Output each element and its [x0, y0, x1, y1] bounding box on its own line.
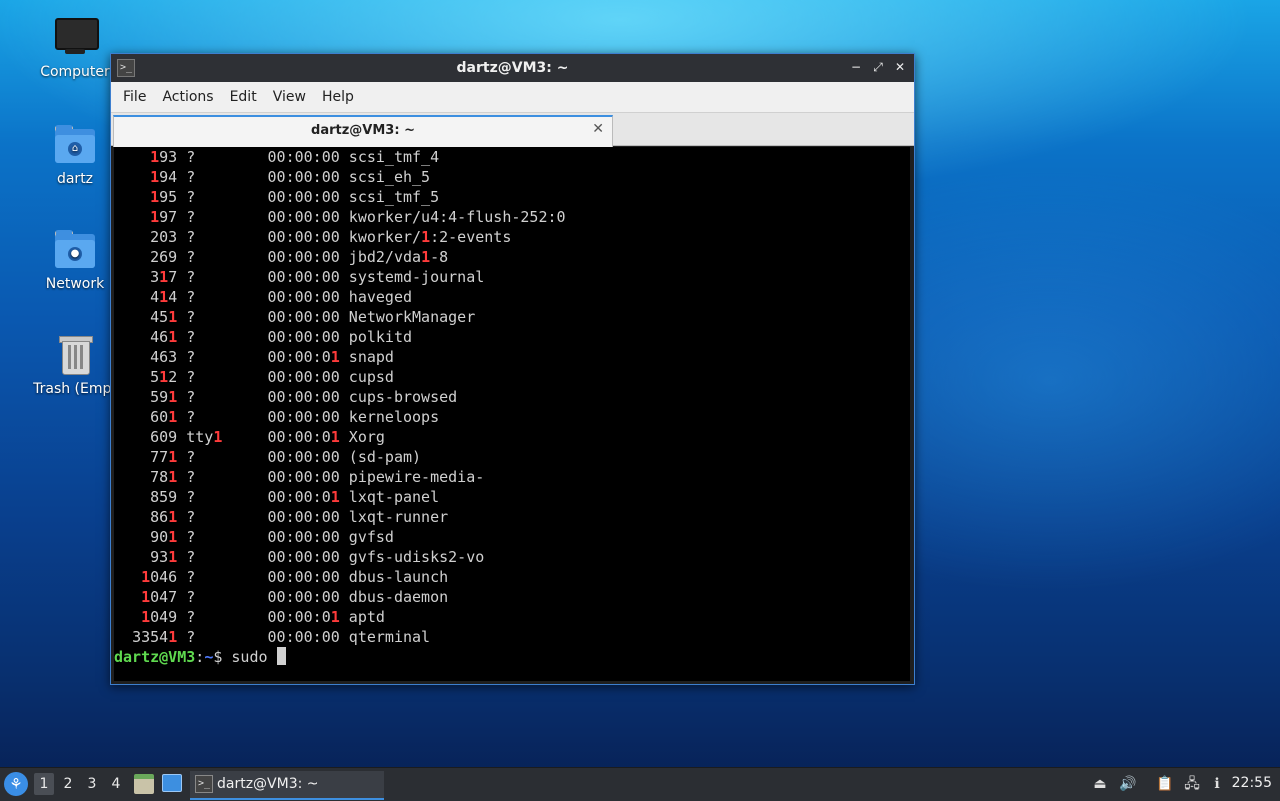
- terminal-line: 194 ? 00:00:00 scsi_eh_5: [150, 168, 431, 186]
- text-cursor: [276, 647, 286, 665]
- home-folder-icon: ⌂: [53, 123, 97, 167]
- command-input[interactable]: sudo: [231, 648, 276, 666]
- tab-label: dartz@VM3: ~: [311, 123, 415, 138]
- window-titlebar[interactable]: >_ dartz@VM3: ~ − ⤢ ✕: [111, 54, 914, 82]
- terminal-line: 771 ? 00:00:00 (sd-pam): [150, 448, 422, 466]
- terminal-line: 591 ? 00:00:00 cups-browsed: [150, 388, 458, 406]
- tab-close-icon[interactable]: ✕: [592, 121, 604, 137]
- terminal-line: 451 ? 00:00:00 NetworkManager: [150, 308, 476, 326]
- menu-view[interactable]: View: [267, 89, 312, 105]
- terminal-line: 463 ? 00:00:01 snapd: [150, 348, 394, 366]
- prompt-symbol: $: [213, 648, 232, 666]
- volume-icon[interactable]: 🔊: [1119, 775, 1137, 793]
- maximize-button[interactable]: ⤢: [870, 58, 886, 76]
- terminal-line: 414 ? 00:00:00 haveged: [150, 288, 413, 306]
- eject-icon[interactable]: ⏏: [1091, 775, 1109, 793]
- trash-icon: [53, 333, 97, 377]
- menu-bar: File Actions Edit View Help: [111, 82, 914, 113]
- terminal-line: 1047 ? 00:00:00 dbus-daemon: [141, 588, 449, 606]
- close-button[interactable]: ✕: [892, 58, 908, 76]
- terminal-line: 33541 ? 00:00:00 qterminal: [132, 628, 431, 646]
- terminal-line: 861 ? 00:00:00 lxqt-runner: [150, 508, 449, 526]
- menu-actions[interactable]: Actions: [156, 89, 219, 105]
- command-prompt[interactable]: dartz@VM3:~$ sudo: [114, 647, 910, 667]
- terminal-line: 859 ? 00:00:01 lxqt-panel: [150, 488, 440, 506]
- desktop-switcher-2[interactable]: 2: [58, 773, 78, 795]
- terminal-output[interactable]: 193 ? 00:00:00 scsi_tmf_4 194 ? 00:00:00…: [114, 147, 910, 681]
- desktop-switcher-1[interactable]: 1: [34, 773, 54, 795]
- terminal-tab[interactable]: dartz@VM3: ~ ✕: [113, 115, 613, 147]
- taskbar-task-terminal[interactable]: >_ dartz@VM3: ~: [190, 771, 384, 800]
- window-title: dartz@VM3: ~: [456, 60, 569, 76]
- terminal-line: 781 ? 00:00:00 pipewire-media-: [150, 468, 485, 486]
- terminal-icon: >_: [195, 775, 213, 793]
- update-notifier-icon[interactable]: ℹ: [1208, 775, 1226, 793]
- terminal-line: 1049 ? 00:00:01 aptd: [141, 608, 385, 626]
- terminal-line: 931 ? 00:00:00 gvfs-udisks2-vo: [150, 548, 485, 566]
- show-desktop-icon[interactable]: [162, 774, 182, 792]
- prompt-separator: :: [195, 648, 205, 666]
- clipboard-icon[interactable]: 📋: [1156, 775, 1174, 793]
- terminal-line: 512 ? 00:00:00 cupsd: [150, 368, 394, 386]
- network-folder-icon: ●: [53, 228, 97, 272]
- terminal-line: 195 ? 00:00:00 scsi_tmf_5: [150, 188, 440, 206]
- desktop-switcher-4[interactable]: 4: [106, 773, 126, 795]
- start-menu-icon[interactable]: ⚘: [4, 772, 28, 796]
- terminal-line: 1046 ? 00:00:00 dbus-launch: [141, 568, 449, 586]
- terminal-line: 269 ? 00:00:00 jbd2/vda1-8: [150, 248, 449, 266]
- desktop-switcher-3[interactable]: 3: [82, 773, 102, 795]
- minimize-button[interactable]: −: [848, 58, 864, 76]
- menu-help[interactable]: Help: [316, 89, 360, 105]
- terminal-line: 197 ? 00:00:00 kworker/u4:4-flush-252:0: [150, 208, 566, 226]
- terminal-line: 609 tty1 00:00:01 Xorg: [150, 428, 385, 446]
- menu-file[interactable]: File: [117, 89, 152, 105]
- computer-icon: [53, 16, 99, 60]
- file-manager-icon[interactable]: [134, 774, 154, 794]
- network-icon[interactable]: 🖧: [1183, 775, 1201, 793]
- terminal-line: 601 ? 00:00:00 kerneloops: [150, 408, 440, 426]
- clock[interactable]: 22:55: [1232, 775, 1272, 791]
- terminal-line: 203 ? 00:00:00 kworker/1:2-events: [150, 228, 512, 246]
- terminal-line: 461 ? 00:00:00 polkitd: [150, 328, 413, 346]
- terminal-line: 901 ? 00:00:00 gvfsd: [150, 528, 394, 546]
- prompt-user-host: dartz@VM3: [114, 648, 196, 666]
- terminal-line: 317 ? 00:00:00 systemd-journal: [150, 268, 485, 286]
- prompt-path: ~: [204, 648, 214, 666]
- tab-bar: dartz@VM3: ~ ✕: [111, 113, 914, 147]
- terminal-line: 193 ? 00:00:00 scsi_tmf_4: [150, 148, 440, 166]
- task-label: dartz@VM3: ~: [217, 776, 319, 792]
- menu-edit[interactable]: Edit: [224, 89, 263, 105]
- taskbar: ⚘ 1 2 3 4 >_ dartz@VM3: ~ ⏏ 🔊 📋 🖧 ℹ 22:5…: [0, 767, 1280, 801]
- terminal-window: >_ dartz@VM3: ~ − ⤢ ✕ File Actions Edit …: [110, 53, 915, 685]
